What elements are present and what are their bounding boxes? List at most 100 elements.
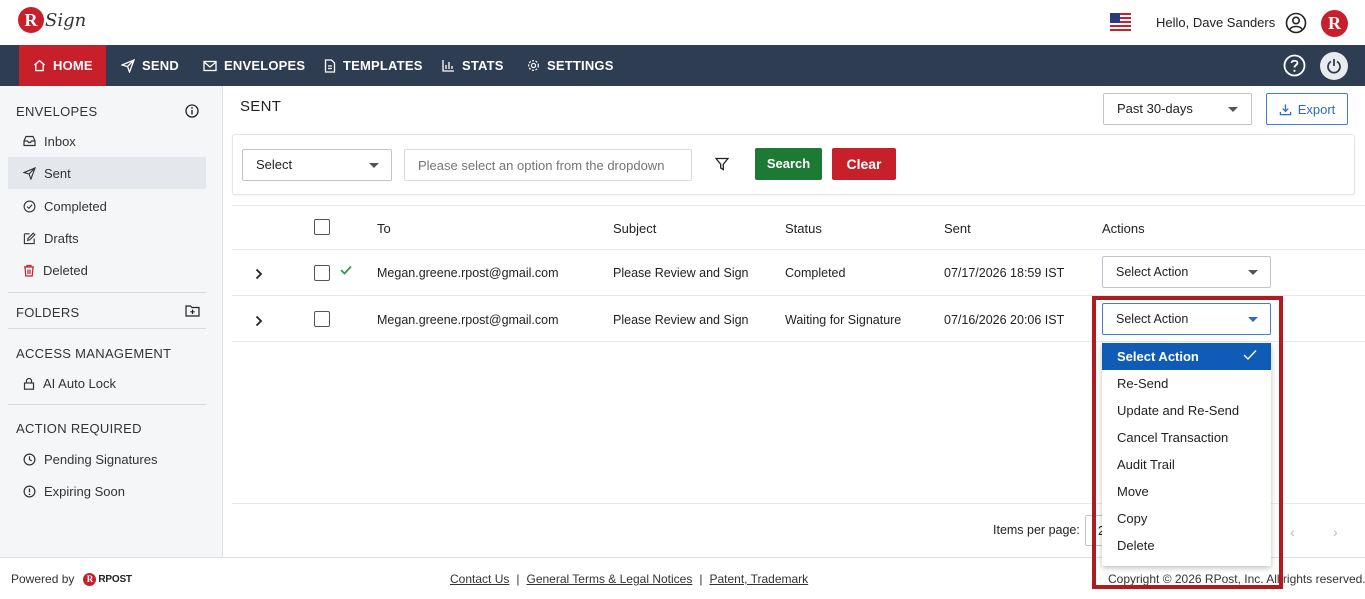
add-folder-icon[interactable] <box>185 304 200 317</box>
sidebar-item-label: Completed <box>44 198 107 214</box>
subject: Please Review and Sign <box>613 266 749 280</box>
rsign-logo[interactable]: R Sign <box>18 7 86 33</box>
trash-icon <box>24 264 34 277</box>
recipient-email: Megan.greene.rpost@gmail.com <box>377 266 559 280</box>
sidebar-item-deleted[interactable]: Deleted <box>8 254 206 286</box>
chevron-down-icon <box>369 163 379 168</box>
nav-home[interactable]: HOME <box>19 45 106 86</box>
info-icon[interactable] <box>185 104 199 118</box>
download-icon <box>1279 103 1291 115</box>
sidebar-item-label: Sent <box>44 165 71 181</box>
sent-date: 07/17/2026 18:59 IST <box>944 266 1065 280</box>
logo-letter: R <box>18 7 44 33</box>
powered-by: Powered by R RPOST <box>11 572 132 586</box>
bar-chart-icon <box>442 60 454 72</box>
sidebar: ENVELOPES Inbox Sent Completed Drafts De… <box>0 86 223 557</box>
nav-templates[interactable]: TEMPLATES <box>324 45 423 86</box>
folders-heading: FOLDERS <box>16 305 80 320</box>
powered-by-label: Powered by <box>11 572 75 586</box>
nav-send[interactable]: SEND <box>121 45 179 86</box>
patent-link[interactable]: Patent, Trademark <box>709 572 808 586</box>
filter-icon[interactable] <box>715 157 729 171</box>
export-label: Export <box>1297 101 1336 117</box>
footer-links: Contact Us | General Terms & Legal Notices… <box>450 572 808 586</box>
terms-link[interactable]: General Terms & Legal Notices <box>526 572 692 586</box>
sent-date: 07/16/2026 20:06 IST <box>944 313 1065 327</box>
row-action-value: Select Action <box>1116 265 1189 279</box>
period-select[interactable]: Past 30-days <box>1103 93 1252 125</box>
us-flag-icon[interactable] <box>1110 13 1131 31</box>
next-page-icon[interactable]: › <box>1333 524 1338 540</box>
rpost-logo-text: RPOST <box>98 573 132 585</box>
subject: Please Review and Sign <box>613 313 749 327</box>
chevron-right-icon[interactable] <box>255 315 263 327</box>
search-button[interactable]: Search <box>755 148 822 180</box>
completed-check-icon <box>340 265 352 275</box>
clear-button[interactable]: Clear <box>832 148 896 180</box>
items-per-page-label: Items per page: <box>993 523 1080 537</box>
sidebar-item-label: Deleted <box>43 262 88 278</box>
sidebar-item-label: Inbox <box>44 133 76 149</box>
table-row: Megan.greene.rpost@gmail.com Please Revi… <box>232 250 1365 296</box>
power-icon <box>1327 59 1341 74</box>
column-header-status[interactable]: Status <box>785 221 822 236</box>
highlight-frame <box>1092 296 1283 589</box>
clock-icon <box>23 453 36 465</box>
filter-field-select[interactable]: Select <box>242 149 392 181</box>
nav-settings[interactable]: SETTINGS <box>527 45 614 86</box>
help-icon[interactable] <box>1283 54 1306 77</box>
search-input[interactable] <box>404 149 692 181</box>
sidebar-item-sent[interactable]: Sent <box>8 157 206 189</box>
filter-bar: Select Search Clear <box>232 134 1355 195</box>
sidebar-item-label: Expiring Soon <box>44 483 125 499</box>
access-management-heading: ACCESS MANAGEMENT <box>16 346 172 361</box>
row-checkbox[interactable] <box>314 311 330 327</box>
sidebar-item-drafts[interactable]: Drafts <box>8 222 206 254</box>
top-bar: R Sign Hello, Dave Sanders R <box>0 0 1365 45</box>
rpost-logo-letter: R <box>83 572 97 586</box>
edit-icon <box>23 231 36 244</box>
sidebar-item-expiring-soon[interactable]: Expiring Soon <box>8 475 206 507</box>
table-header: To Subject Status Sent Actions <box>232 205 1365 250</box>
envelopes-heading: ENVELOPES <box>16 104 98 119</box>
alert-circle-icon <box>23 485 36 497</box>
column-header-sent[interactable]: Sent <box>944 221 971 236</box>
column-header-to[interactable]: To <box>377 221 391 236</box>
gear-icon <box>528 60 539 71</box>
contact-us-link[interactable]: Contact Us <box>450 572 509 586</box>
nav-settings-label: SETTINGS <box>547 58 614 73</box>
filter-select-value: Select <box>256 157 293 172</box>
footer-separator: | <box>516 572 520 586</box>
brand-badge-icon[interactable]: R <box>1321 10 1348 37</box>
row-checkbox[interactable] <box>314 265 330 281</box>
nav-send-label: SEND <box>142 58 179 73</box>
sidebar-divider <box>8 404 206 405</box>
user-profile-icon[interactable] <box>1285 12 1307 34</box>
sidebar-item-completed[interactable]: Completed <box>8 190 206 222</box>
export-button[interactable]: Export <box>1266 93 1348 125</box>
nav-stats[interactable]: STATS <box>442 45 504 86</box>
logo-text: Sign <box>45 9 87 31</box>
sidebar-item-ai-auto-lock[interactable]: AI Auto Lock <box>8 367 206 399</box>
main-navbar: HOME SEND ENVELOPES TEMPLATES STATS SETT… <box>0 45 1365 86</box>
send-icon <box>23 166 36 180</box>
row-action-select[interactable]: Select Action <box>1102 256 1271 288</box>
sidebar-item-inbox[interactable]: Inbox <box>8 125 206 157</box>
column-header-subject[interactable]: Subject <box>613 221 656 236</box>
sidebar-item-label: Drafts <box>44 230 79 246</box>
column-header-actions: Actions <box>1102 221 1145 236</box>
lock-icon <box>23 377 35 390</box>
sidebar-item-pending-signatures[interactable]: Pending Signatures <box>8 443 206 475</box>
nav-envelopes[interactable]: ENVELOPES <box>203 45 305 86</box>
nav-templates-label: TEMPLATES <box>343 58 423 73</box>
footer-separator: | <box>699 572 703 586</box>
inbox-icon <box>23 135 36 147</box>
sidebar-item-label: AI Auto Lock <box>43 375 116 391</box>
logout-button[interactable] <box>1320 52 1348 80</box>
action-required-heading: ACTION REQUIRED <box>16 421 142 436</box>
select-all-checkbox[interactable] <box>314 219 330 235</box>
envelope-icon <box>203 60 217 71</box>
check-circle-icon <box>23 200 36 212</box>
prev-page-icon[interactable]: ‹ <box>1290 524 1295 540</box>
chevron-right-icon[interactable] <box>255 268 263 280</box>
